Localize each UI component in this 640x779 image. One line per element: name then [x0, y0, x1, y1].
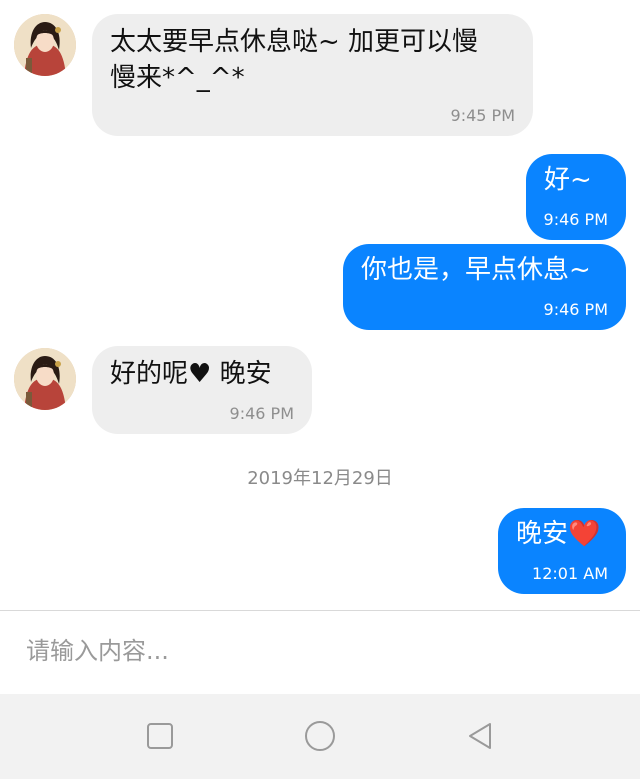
message-timestamp: 9:46 PM	[229, 404, 294, 423]
message-text: 晚安❤️	[516, 519, 601, 549]
recents-button[interactable]	[138, 714, 182, 758]
triangle-back-icon	[469, 723, 491, 749]
message-list[interactable]: 太太要早点休息哒~ 加更可以慢 慢来*^_^* 9:45 PM 好~ 9:46 …	[0, 0, 640, 610]
circle-home-icon	[305, 721, 335, 751]
contact-avatar[interactable]	[14, 348, 76, 410]
date-separator: 2019年12月29日	[247, 468, 393, 489]
message-timestamp: 9:45 PM	[450, 106, 515, 125]
chat-screen: 太太要早点休息哒~ 加更可以慢 慢来*^_^* 9:45 PM 好~ 9:46 …	[0, 0, 640, 779]
message-text: 好的呢♥ 晚安	[110, 359, 272, 389]
message-text: 太太要早点休息哒~ 加更可以慢 慢来*^_^*	[110, 27, 479, 93]
avatar-illustration-icon	[14, 14, 76, 76]
incoming-message-bubble[interactable]: 好的呢♥ 晚安 9:46 PM	[92, 346, 312, 434]
outgoing-message-bubble[interactable]: 晚安❤️ 12:01 AM	[498, 508, 626, 594]
square-recents-icon	[147, 723, 173, 749]
message-timestamp: 12:01 AM	[532, 564, 608, 583]
avatar-illustration-icon	[14, 348, 76, 410]
message-timestamp: 9:46 PM	[543, 300, 608, 319]
system-navigation-bar	[0, 694, 640, 779]
message-text: 好~	[544, 165, 592, 195]
message-composer	[0, 610, 640, 694]
home-button[interactable]	[298, 714, 342, 758]
back-button[interactable]	[458, 714, 502, 758]
outgoing-message-bubble[interactable]: 你也是，早点休息~ 9:46 PM	[343, 244, 626, 330]
message-text: 你也是，早点休息~	[361, 255, 591, 285]
contact-avatar[interactable]	[14, 14, 76, 76]
message-timestamp: 9:46 PM	[543, 210, 608, 229]
incoming-message-bubble[interactable]: 太太要早点休息哒~ 加更可以慢 慢来*^_^* 9:45 PM	[92, 14, 533, 136]
outgoing-message-bubble[interactable]: 好~ 9:46 PM	[526, 154, 626, 240]
message-input[interactable]	[18, 629, 634, 673]
